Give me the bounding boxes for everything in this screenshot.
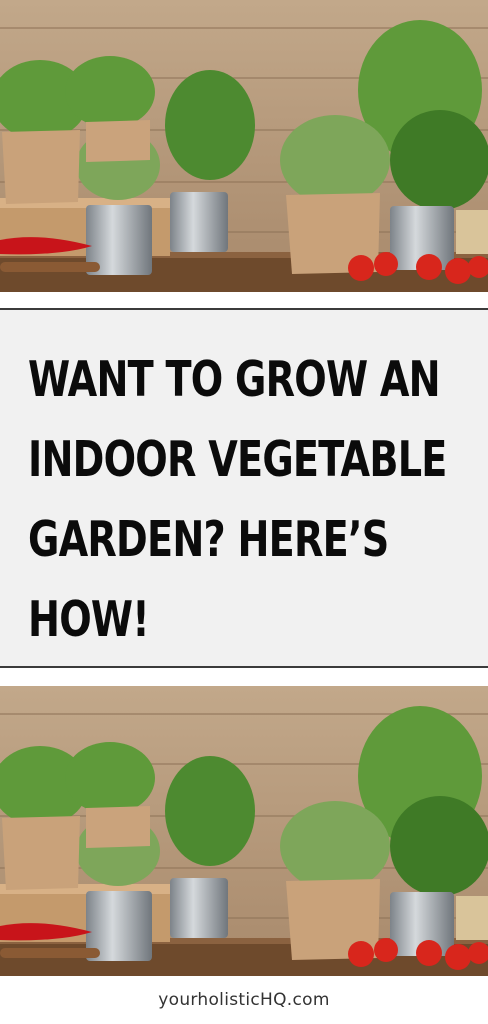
herb-pots-illustration: [0, 686, 488, 978]
spacer-bottom: [0, 668, 488, 686]
bottom-photo: [0, 686, 488, 978]
herb-pots-illustration: [0, 0, 488, 292]
top-photo: [0, 0, 488, 292]
footer: yourholisticHQ.com: [0, 976, 488, 1024]
site-url[interactable]: yourholisticHQ.com: [0, 990, 488, 1010]
headline: WANT TO GROW AN INDOOR VEGETABLE GARDEN?…: [28, 351, 447, 648]
spacer-top: [0, 292, 488, 308]
title-panel: WANT TO GROW AN INDOOR VEGETABLE GARDEN?…: [0, 308, 488, 668]
